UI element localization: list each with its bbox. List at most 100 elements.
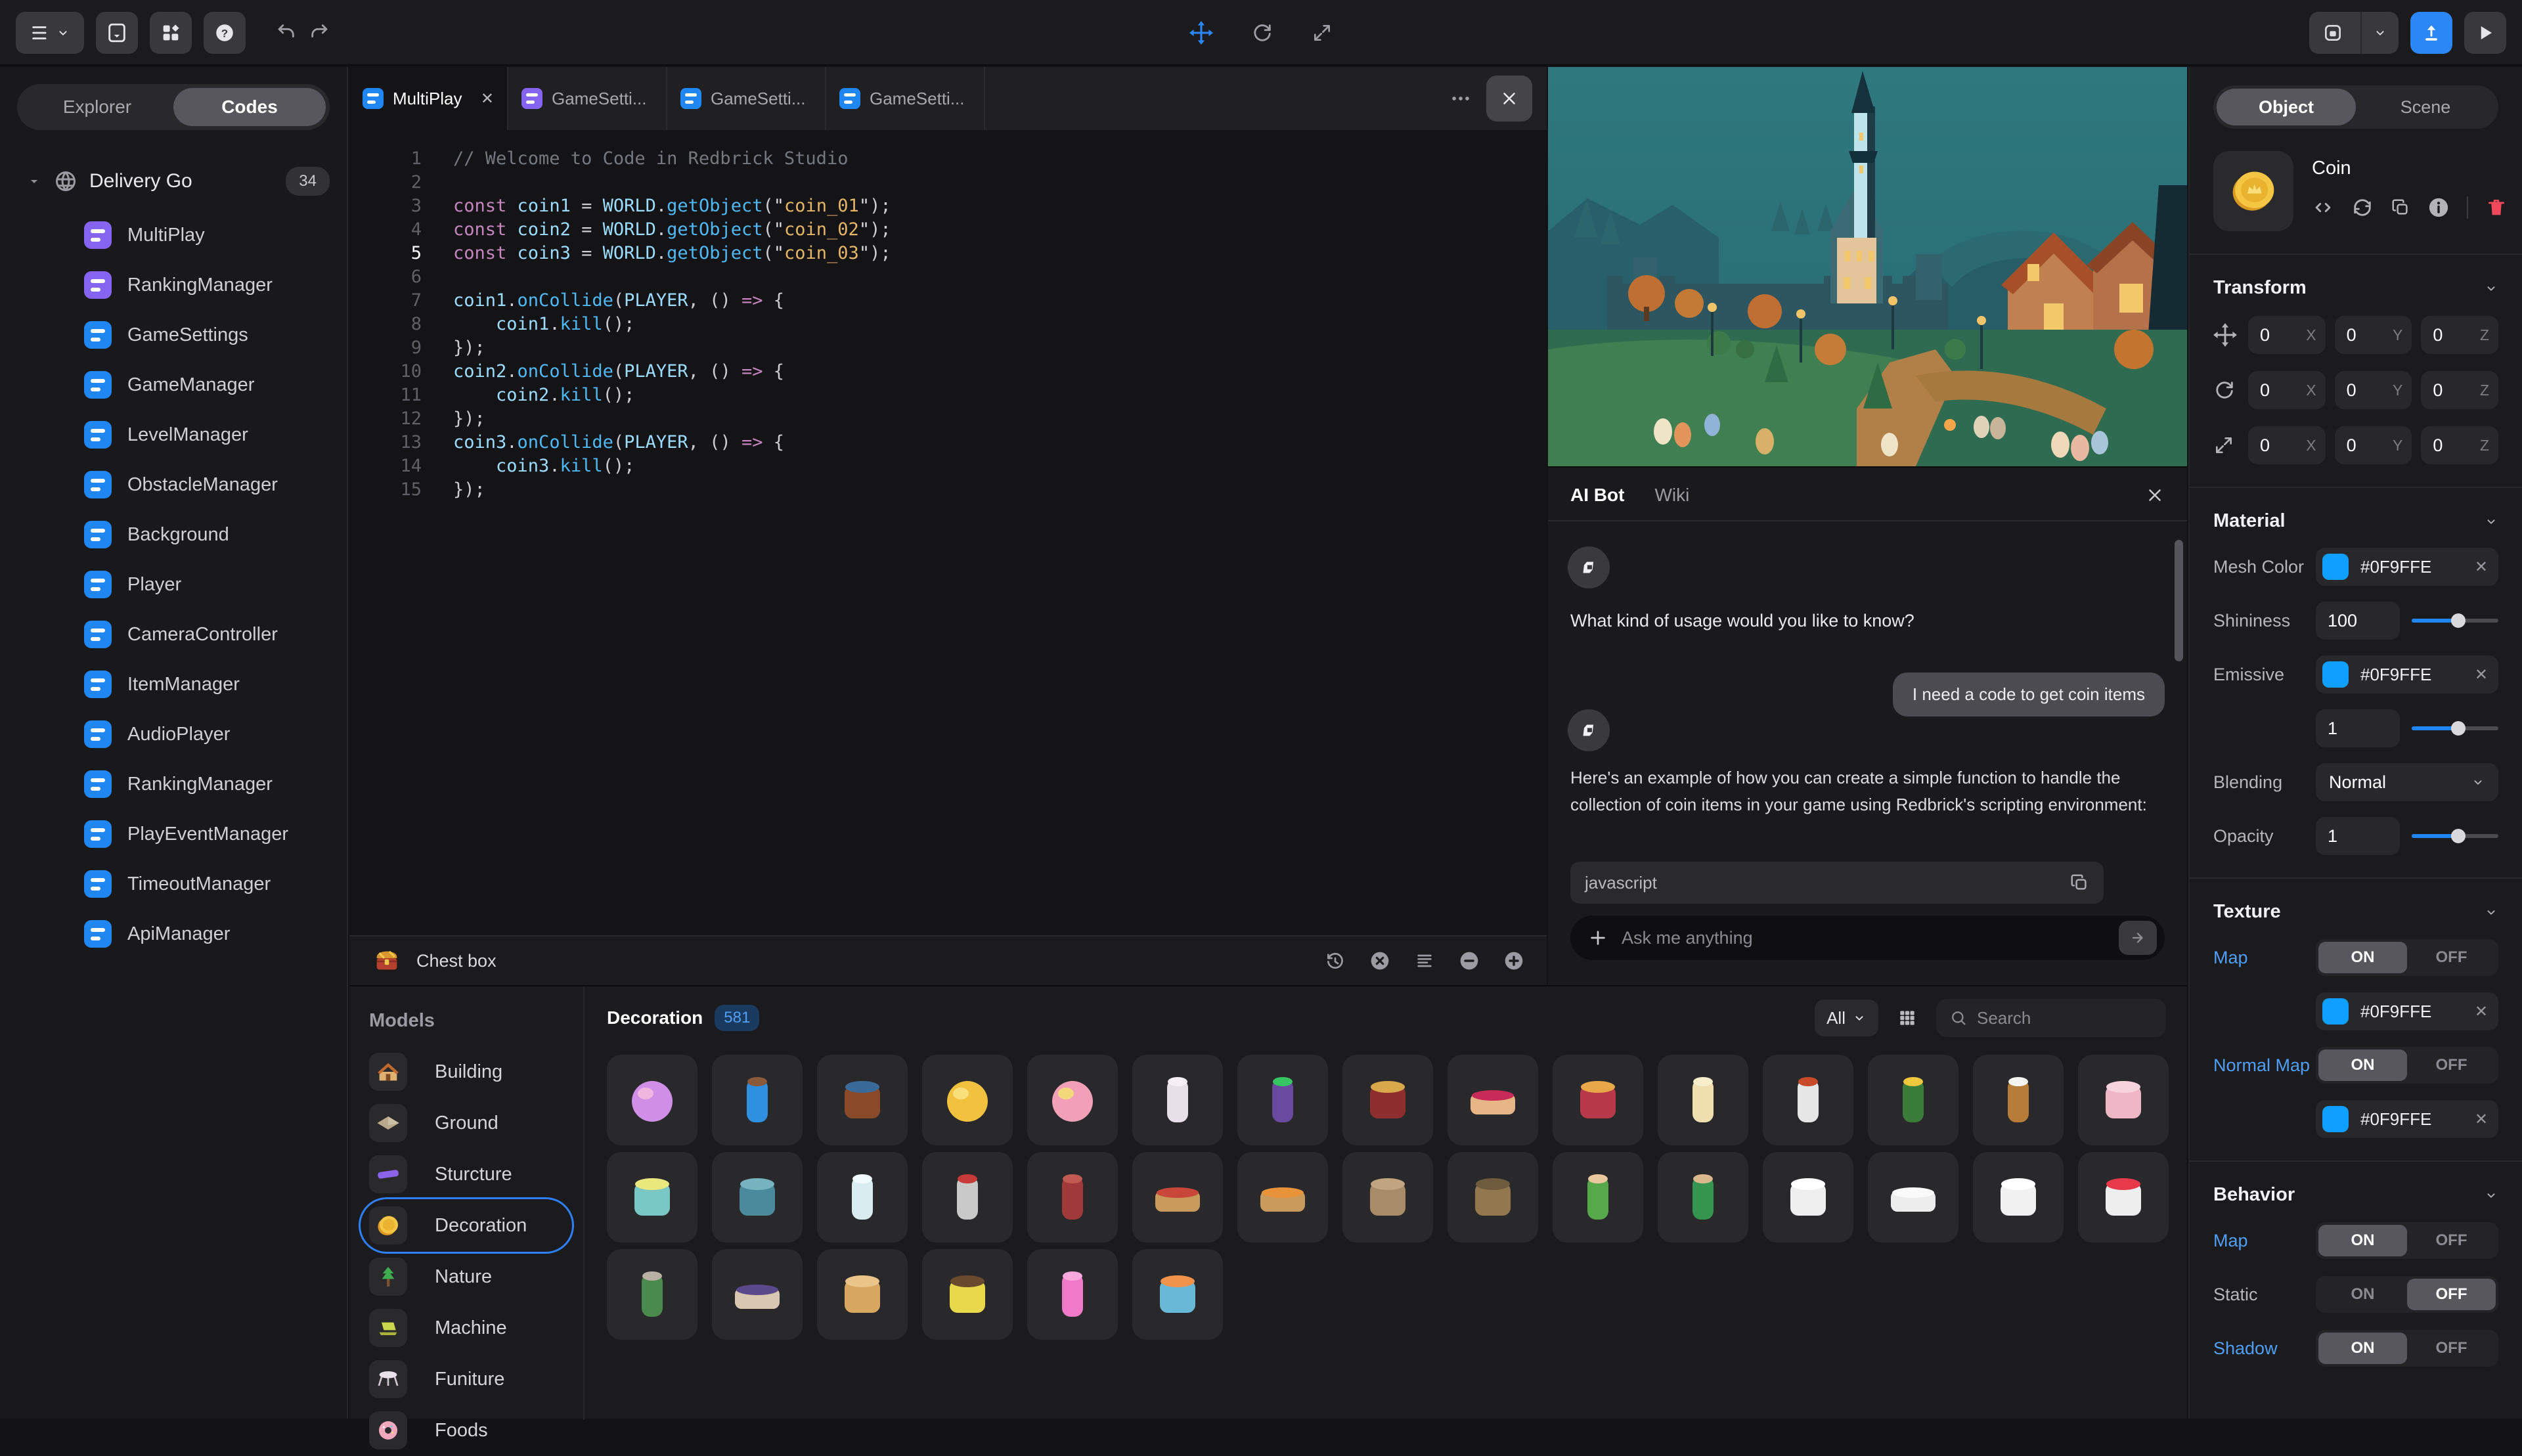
category-building[interactable]: Building xyxy=(349,1046,583,1097)
color-swatch[interactable] xyxy=(2322,661,2349,688)
transform-move-x[interactable]: 0X xyxy=(2248,316,2326,354)
asset-pink-tulip[interactable] xyxy=(1027,1249,1118,1340)
grid-view-button[interactable] xyxy=(1897,1007,1918,1028)
sidebar-item-audioplayer[interactable]: AudioPlayer xyxy=(0,709,347,759)
transform-move-z[interactable]: 0Z xyxy=(2421,316,2498,354)
sidebar-item-timeoutmanager[interactable]: TimeoutManager xyxy=(0,859,347,909)
asset-gem[interactable] xyxy=(607,1055,697,1145)
history-icon[interactable] xyxy=(1325,950,1346,971)
behavior-section-header[interactable]: Behavior xyxy=(2213,1184,2498,1206)
shininess-slider[interactable] xyxy=(2412,602,2498,640)
clear-icon[interactable]: ✕ xyxy=(2475,1110,2488,1129)
color-swatch[interactable] xyxy=(2322,554,2349,580)
opacity-slider[interactable] xyxy=(2412,817,2498,855)
save-options-button[interactable] xyxy=(2360,12,2399,54)
clear-icon[interactable]: ✕ xyxy=(2475,558,2488,577)
asset-orange-crate[interactable] xyxy=(1237,1152,1328,1243)
asset-cactus[interactable] xyxy=(1553,1152,1643,1243)
asset-clock[interactable] xyxy=(1973,1055,2064,1145)
info-icon[interactable] xyxy=(2427,196,2450,219)
tab-overflow-button[interactable] xyxy=(1449,87,1472,110)
panel-button[interactable] xyxy=(96,12,138,54)
sidebar-item-rankingmanager[interactable]: RankingManager xyxy=(0,759,347,809)
search-input[interactable]: Search xyxy=(1936,999,2166,1037)
color-swatch[interactable] xyxy=(2322,1106,2349,1132)
toggle-off[interactable]: OFF xyxy=(2407,1333,2496,1364)
sidebar-tab-explorer[interactable]: Explorer xyxy=(21,88,173,126)
category-nature[interactable]: Nature xyxy=(349,1251,583,1302)
main-menu-button[interactable] xyxy=(16,12,84,54)
copy-icon[interactable] xyxy=(2069,873,2089,893)
emissive-color-input[interactable]: #0F9FFE ✕ xyxy=(2316,655,2498,694)
asset-kettle[interactable] xyxy=(1763,1152,1853,1243)
asset-money-stack[interactable] xyxy=(2078,1055,2169,1145)
play-button[interactable] xyxy=(2464,12,2506,54)
toggle-off[interactable]: OFF xyxy=(2407,1225,2496,1256)
blocks-button[interactable] xyxy=(150,12,192,54)
sidebar-item-apimanager[interactable]: ApiManager xyxy=(0,909,347,959)
asset-coffee-mug[interactable] xyxy=(922,1249,1013,1340)
copy-icon[interactable] xyxy=(2391,198,2410,217)
editor-tab-multiplay[interactable]: MultiPlay✕ xyxy=(349,67,508,130)
mesh-color-input[interactable]: #0F9FFE ✕ xyxy=(2316,548,2498,586)
asset-blue-chest[interactable] xyxy=(817,1055,908,1145)
send-button[interactable] xyxy=(2119,921,2157,955)
list-icon[interactable] xyxy=(1414,950,1435,971)
x-circle-icon[interactable] xyxy=(1369,950,1390,971)
toggle-on[interactable]: ON xyxy=(2318,942,2407,973)
category-decoration[interactable]: Decoration xyxy=(349,1200,583,1251)
behavior-map-toggle[interactable]: ON OFF xyxy=(2316,1222,2498,1259)
plus-icon[interactable] xyxy=(1587,927,1608,948)
asset-snake-plant[interactable] xyxy=(1658,1152,1748,1243)
sidebar-item-rankingmanager[interactable]: RankingManager xyxy=(0,260,347,310)
asset-cream-vase[interactable] xyxy=(1658,1055,1748,1145)
code-icon[interactable] xyxy=(2312,196,2334,219)
scale-tool-button[interactable] xyxy=(1312,22,1333,43)
asset-anglerfish[interactable] xyxy=(712,1152,803,1243)
sidebar-item-playeventmanager[interactable]: PlayEventManager xyxy=(0,809,347,859)
asset-skull-candle[interactable] xyxy=(607,1152,697,1243)
asset-donut[interactable] xyxy=(1027,1055,1118,1145)
help-button[interactable]: ? xyxy=(204,12,246,54)
redo-button[interactable] xyxy=(309,22,331,44)
asset-apple-crate[interactable] xyxy=(1132,1152,1223,1243)
asset-frying-pan[interactable] xyxy=(1868,1152,1958,1243)
toggle-on[interactable]: ON xyxy=(2318,1333,2407,1364)
toggle-on[interactable]: ON xyxy=(2318,1049,2407,1081)
object-thumbnail[interactable] xyxy=(2213,151,2293,231)
sidebar-item-cameracontroller[interactable]: CameraController xyxy=(0,609,347,659)
asset-wooden-frame[interactable] xyxy=(817,1249,908,1340)
save-split-button[interactable] xyxy=(2309,12,2399,54)
asset-pillar[interactable] xyxy=(817,1152,908,1243)
shininess-value[interactable]: 100 xyxy=(2316,602,2400,640)
toggle-off[interactable]: OFF xyxy=(2407,1049,2496,1081)
transform-move-y[interactable]: 0Y xyxy=(2335,316,2412,354)
editor-tab-gamesetti[interactable]: GameSetti... xyxy=(508,67,667,130)
tab-ai-bot[interactable]: AI Bot xyxy=(1570,485,1624,506)
asset-fire-hydrant[interactable] xyxy=(1027,1152,1118,1243)
tab-wiki[interactable]: Wiki xyxy=(1654,485,1689,506)
transform-rotate-x[interactable]: 0X xyxy=(2248,371,2326,409)
publish-button[interactable] xyxy=(2410,12,2452,54)
filter-dropdown[interactable]: All xyxy=(1815,1000,1878,1036)
emissive-slider[interactable] xyxy=(2412,709,2498,747)
material-section-header[interactable]: Material xyxy=(2213,510,2498,532)
close-icon[interactable] xyxy=(2145,485,2165,505)
trash-icon[interactable] xyxy=(2485,196,2508,219)
minus-circle-icon[interactable] xyxy=(1459,950,1480,971)
sidebar-item-levelmanager[interactable]: LevelManager xyxy=(0,410,347,460)
save-button[interactable] xyxy=(2309,12,2356,54)
clear-icon[interactable]: ✕ xyxy=(2475,665,2488,684)
asset-open-box[interactable] xyxy=(1448,1152,1538,1243)
chat-scrollbar[interactable] xyxy=(2175,540,2183,661)
scene-viewport[interactable] xyxy=(1548,67,2187,466)
emissive-value[interactable]: 1 xyxy=(2316,709,2400,747)
asset-flower-box[interactable] xyxy=(1132,1249,1223,1340)
color-swatch[interactable] xyxy=(2322,998,2349,1025)
category-funiture[interactable]: Funiture xyxy=(349,1354,583,1405)
transform-section-header[interactable]: Transform xyxy=(2213,277,2498,299)
asset-sign-post[interactable] xyxy=(922,1152,1013,1243)
texture-map-color[interactable]: #0F9FFE ✕ xyxy=(2316,992,2498,1030)
category-foods[interactable]: Foods xyxy=(349,1405,583,1456)
category-ground[interactable]: Ground xyxy=(349,1097,583,1149)
